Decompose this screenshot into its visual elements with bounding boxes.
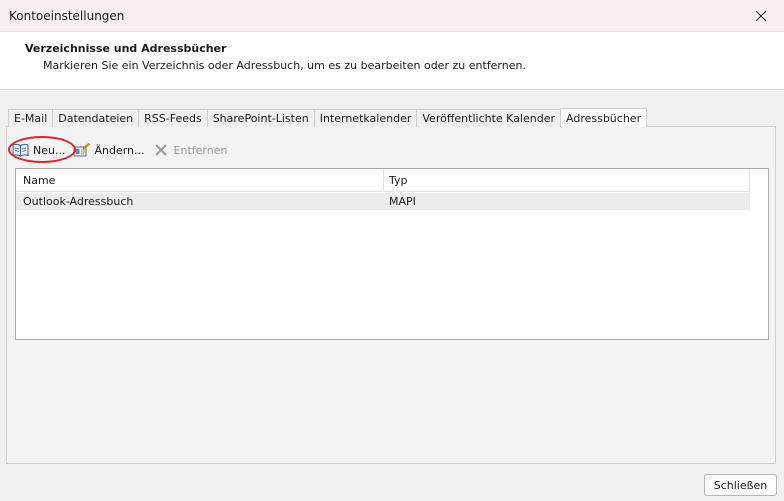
address-book-list[interactable]: Name Typ Outlook-Adressbuch MAPI <box>15 168 769 340</box>
list-header: Name Typ <box>16 169 750 192</box>
tab-rss-feeds[interactable]: RSS-Feeds <box>138 109 208 127</box>
change-button[interactable]: Ändern... <box>69 139 148 161</box>
new-button[interactable]: Neu... <box>8 139 69 161</box>
row-name-cell: Outlook-Adressbuch <box>23 195 134 208</box>
tab-published-calendars[interactable]: Veröffentlichte Kalender <box>416 109 561 127</box>
table-row[interactable]: Outlook-Adressbuch MAPI <box>16 193 750 210</box>
tab-strip: E-Mail Datendateien RSS-Feeds SharePoint… <box>8 108 648 127</box>
header-subtitle: Markieren Sie ein Verzeichnis oder Adres… <box>43 59 526 72</box>
title-bar: Kontoeinstellungen <box>0 0 784 32</box>
tab-sharepoint-lists[interactable]: SharePoint-Listen <box>206 109 315 127</box>
header-panel: Verzeichnisse und Adressbücher Markieren… <box>0 32 784 90</box>
window-title: Kontoeinstellungen <box>9 8 125 23</box>
close-icon <box>755 10 767 22</box>
column-header-name[interactable]: Name <box>16 169 384 192</box>
tab-internet-calendars[interactable]: Internetkalender <box>313 109 418 127</box>
remove-button[interactable]: Entfernen <box>149 139 232 161</box>
toolbar: Neu... Ändern... Entfernen <box>8 138 231 162</box>
tab-email[interactable]: E-Mail <box>8 109 54 127</box>
window-close-button[interactable] <box>738 0 784 32</box>
new-button-label: Neu... <box>33 143 66 157</box>
change-button-label: Ändern... <box>94 143 145 157</box>
address-book-icon <box>12 143 29 157</box>
remove-button-label: Entfernen <box>173 143 228 157</box>
header-title: Verzeichnisse und Adressbücher <box>25 42 227 55</box>
tab-address-books[interactable]: Adressbücher <box>560 108 648 127</box>
tab-data-files[interactable]: Datendateien <box>52 109 140 127</box>
close-dialog-button[interactable]: Schließen <box>704 474 777 496</box>
column-header-type[interactable]: Typ <box>384 169 750 192</box>
row-type-cell: MAPI <box>389 195 416 208</box>
edit-card-icon <box>73 143 91 157</box>
x-icon <box>153 143 170 157</box>
